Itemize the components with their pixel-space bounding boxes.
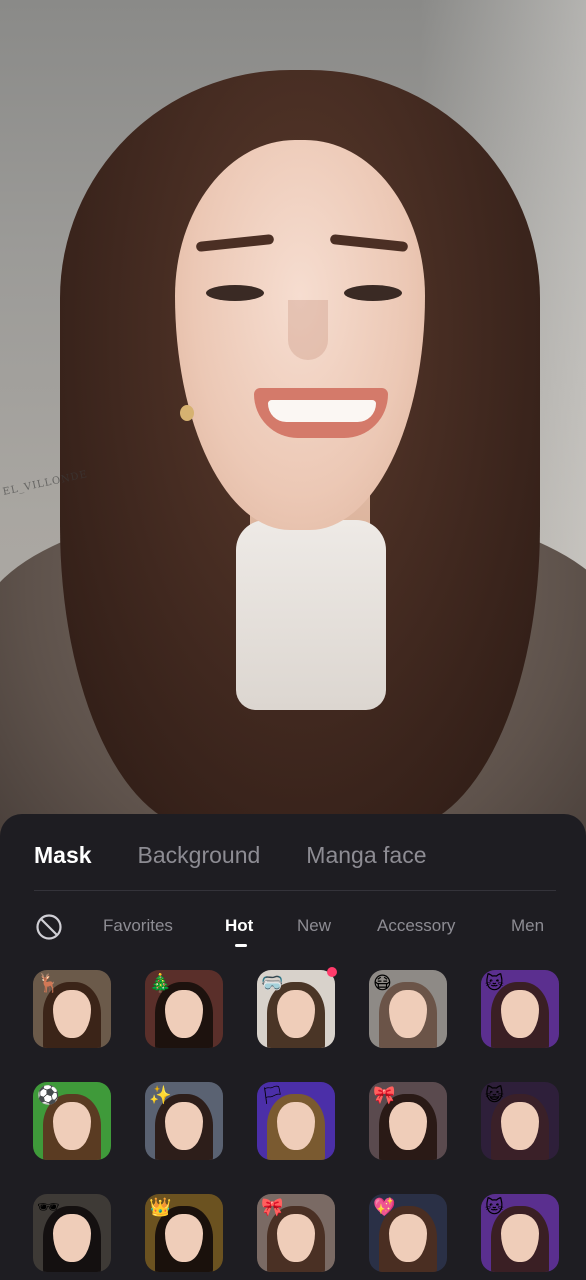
tab-mask[interactable]: Mask <box>34 842 92 869</box>
flag-paint-mask[interactable]: 🏳 <box>257 1082 335 1160</box>
thumb-decoration-icon: 💖 <box>373 1197 396 1217</box>
christmas-crown-mask[interactable]: 🎄 <box>145 970 223 1048</box>
purple-cat-ears-mask[interactable]: 🐱 <box>481 970 559 1048</box>
thumb-decoration-icon: 🎀 <box>373 1085 396 1105</box>
tabs-divider <box>34 890 556 891</box>
mask-camera-screen: EL_VILLONDE Mask Background Manga face F… <box>0 0 586 1280</box>
gold-chain-mask[interactable]: 👑 <box>145 1194 223 1272</box>
soccer-fan-mask[interactable]: ⚽ <box>33 1082 111 1160</box>
thumb-decoration-icon: 🕶 <box>37 1197 60 1217</box>
goggles-mask[interactable]: 🥽 <box>257 970 335 1048</box>
category-accessory[interactable]: Accessory <box>377 916 455 936</box>
thumb-decoration-icon: 🐱 <box>485 1197 504 1217</box>
no-effect-icon[interactable] <box>34 912 64 942</box>
camera-preview[interactable]: EL_VILLONDE <box>0 0 586 860</box>
earring <box>180 405 194 421</box>
right-eye <box>344 285 402 301</box>
nose <box>288 300 328 360</box>
category-men[interactable]: Men <box>511 916 544 936</box>
heart-crown-mask[interactable]: 💖 <box>369 1194 447 1272</box>
pink-bow-mask[interactable]: 🎀 <box>369 1082 447 1160</box>
left-eye <box>206 285 264 301</box>
thumb-decoration-icon: 🎄 <box>149 973 172 993</box>
pink-face-mask[interactable]: 😷 <box>369 970 447 1048</box>
effect-type-tabs: Mask Background Manga face <box>34 838 473 872</box>
category-bar: Favorites Hot New Accessory Men <box>0 910 586 950</box>
thumb-decoration-icon: ⚽ <box>37 1085 60 1105</box>
mask-grid: 🦌 🎄 🥽 😷 🐱 ⚽ ✨ 🏳 🎀 😺 🕶 👑 🎀 💖 🐱 <box>0 967 586 1280</box>
thumb-decoration-icon: 🎀 <box>261 1197 284 1217</box>
thumb-decoration-icon: ✨ <box>149 1085 172 1105</box>
category-new[interactable]: New <box>297 916 331 936</box>
glitter-eye-mask[interactable]: ✨ <box>145 1082 223 1160</box>
new-badge-dot <box>327 967 337 977</box>
purple-ears-mask[interactable]: 🐱 <box>481 1194 559 1272</box>
golden-antlers-mask[interactable]: 🦌 <box>33 970 111 1048</box>
thumb-decoration-icon: 🥽 <box>261 973 284 993</box>
thumb-decoration-icon: 👑 <box>149 1197 172 1217</box>
thumb-decoration-icon: 🏳 <box>261 1085 284 1105</box>
category-hot-indicator <box>235 944 247 947</box>
teeth <box>268 400 376 422</box>
tab-background[interactable]: Background <box>138 842 261 869</box>
category-hot[interactable]: Hot <box>225 916 253 936</box>
thumb-decoration-icon: 🦌 <box>37 973 60 993</box>
thumb-decoration-icon: 😷 <box>373 973 392 993</box>
neon-cat-ears-mask[interactable]: 😺 <box>481 1082 559 1160</box>
turtleneck <box>236 520 386 710</box>
effects-sheet: Mask Background Manga face Favorites Hot… <box>0 814 586 1280</box>
tab-manga-face[interactable]: Manga face <box>306 842 426 869</box>
thumb-decoration-icon: 🐱 <box>485 973 504 993</box>
sunglasses-man-mask[interactable]: 🕶 <box>33 1194 111 1272</box>
category-favorites[interactable]: Favorites <box>103 916 173 936</box>
thumb-decoration-icon: 😺 <box>485 1085 504 1105</box>
blue-bow-mask[interactable]: 🎀 <box>257 1194 335 1272</box>
